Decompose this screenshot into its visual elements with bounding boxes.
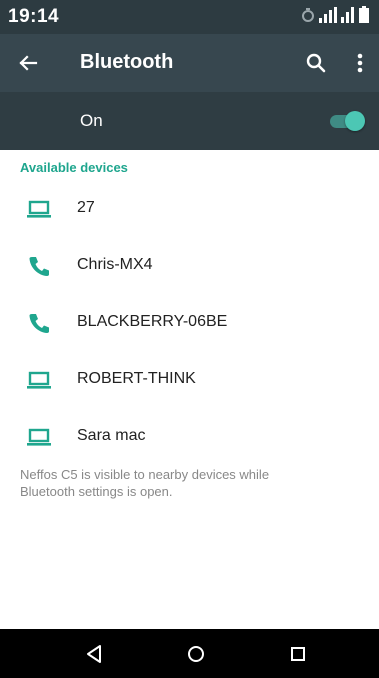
list-item[interactable]: ROBERT-THINK	[0, 351, 379, 408]
device-name: Sara mac	[77, 427, 146, 444]
status-icons	[301, 6, 369, 28]
signal-icon	[319, 6, 337, 28]
switch-thumb	[345, 111, 365, 131]
home-circle-icon[interactable]	[181, 639, 211, 669]
status-bar: 19:14	[0, 0, 379, 34]
battery-icon	[359, 6, 369, 28]
phone-icon	[26, 253, 52, 279]
list-item[interactable]: Chris-MX4	[0, 237, 379, 294]
device-name: Chris-MX4	[77, 256, 153, 273]
page-title: Bluetooth	[80, 51, 174, 73]
navigation-bar	[0, 629, 379, 678]
app-bar: Bluetooth	[0, 34, 379, 92]
alarm-icon	[301, 7, 315, 28]
device-name: ROBERT-THINK	[77, 370, 196, 387]
more-vert-icon[interactable]	[344, 47, 376, 79]
back-triangle-icon[interactable]	[80, 639, 110, 669]
list-item[interactable]: BLACKBERRY-06BE	[0, 294, 379, 351]
status-time: 19:14	[8, 6, 60, 27]
phone-icon	[26, 310, 52, 336]
laptop-icon	[26, 424, 52, 450]
search-icon[interactable]	[300, 47, 332, 79]
back-arrow-icon[interactable]	[12, 47, 44, 79]
section-header-available-devices: Available devices	[20, 160, 128, 175]
visibility-note: Neffos C5 is visible to nearby devices w…	[20, 467, 270, 499]
laptop-icon	[26, 367, 52, 393]
device-name: BLACKBERRY-06BE	[77, 313, 228, 330]
device-list: 27 Chris-MX4 BLACKBERRY-06BE ROBERT-THIN…	[0, 180, 379, 465]
bluetooth-toggle-row[interactable]: On	[0, 92, 379, 150]
device-name: 27	[77, 199, 95, 216]
signal-icon	[341, 6, 355, 28]
recents-square-icon[interactable]	[283, 639, 313, 669]
bluetooth-switch[interactable]	[330, 108, 366, 134]
list-item[interactable]: Sara mac	[0, 408, 379, 465]
laptop-icon	[26, 196, 52, 222]
list-item[interactable]: 27	[0, 180, 379, 237]
toggle-label: On	[80, 111, 103, 130]
